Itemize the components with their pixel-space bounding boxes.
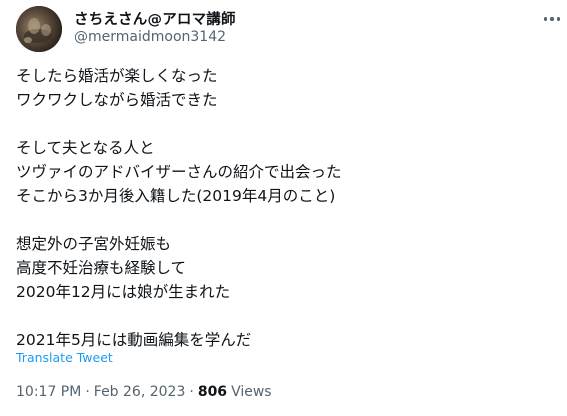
tweet-time[interactable]: 10:17 PM [16,384,81,400]
tweet-text-line: 想定外の子宮外妊娠も [16,235,172,253]
tweet-date[interactable]: Feb 26, 2023 [94,384,186,400]
avatar-photo [16,6,62,52]
views-count: 806 [197,384,228,400]
tweet-text-line: ツヴァイのアドバイザーさんの紹介で出会った [16,163,342,181]
meta-separator: · [85,384,90,400]
tweet-text-line: 2020年12月には娘が生まれた [16,283,231,301]
tweet-text-line: 2021年5月には動画編集を学んだ [16,331,252,349]
tweet-text-line: そして夫となる人と [16,139,155,157]
tweet-text-line: そしたら婚活が楽しくなった [16,67,218,85]
views-label: Views [231,384,272,400]
more-horizontal-icon [542,17,562,21]
tweet-text-line: そこから3か月後入籍した(2019年4月のこと) [16,187,336,205]
meta-separator: · [189,384,194,400]
tweet-text: そしたら婚活が楽しくなった ワクワクしながら婚活できた そして夫となる人と ツヴ… [16,64,546,352]
author-display-name[interactable]: さちえさん@アロマ講師 [74,8,236,29]
tweet-text-line: ワクワクしながら婚活できた [16,91,218,109]
tweet-meta: 10:17 PM · Feb 26, 2023 · 806 Views [16,384,272,400]
author-handle[interactable]: @mermaidmoon3142 [74,29,226,45]
tweet-card: さちえさん@アロマ講師 @mermaidmoon3142 そしたら婚活が楽しくな… [0,0,567,416]
author-avatar[interactable] [16,6,62,52]
more-options-button[interactable] [540,9,564,29]
tweet-text-line: 高度不妊治療も経験して [16,259,187,277]
translate-tweet-link[interactable]: Translate Tweet [16,350,113,365]
author-name-row: さちえさん@アロマ講師 [74,8,236,28]
